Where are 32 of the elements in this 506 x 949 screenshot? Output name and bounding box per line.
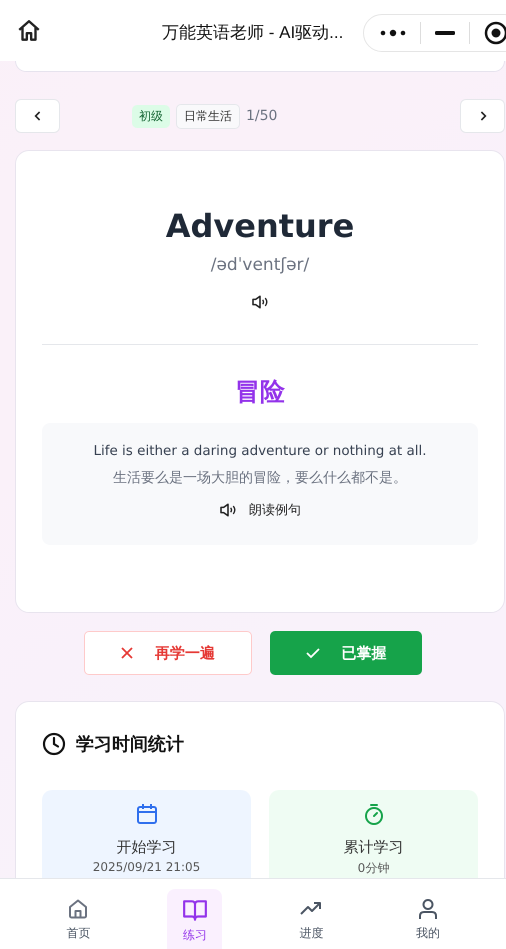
calendar-icon [134,802,158,826]
retry-button[interactable]: 再学一遍 [84,631,252,675]
read-example-button[interactable]: 朗读例句 [219,501,301,519]
word-counter: 1/50 [246,108,278,124]
stat-label: 累计学习 [344,838,404,857]
speaker-icon[interactable] [251,295,269,309]
stat-label: 开始学习 [116,838,176,857]
window-title: 万能英语老师 - AI驱动... [162,22,344,44]
tab-item[interactable]: 我的 [400,889,456,949]
close-icon[interactable] [484,21,506,45]
tab-item[interactable]: 进度 [284,889,339,949]
level-tag: 初级 [132,104,170,128]
chevron-right-icon [478,110,486,122]
chevron-left-icon [34,110,42,122]
tab-item[interactable]: 首页 [50,889,106,949]
phonetic-text: /ədˈventʃər/ [210,255,310,275]
stat-value: 2025/09/21 21:05 [92,860,200,874]
x-icon [121,647,133,659]
stats-title: 学习时间统计 [76,733,184,756]
example-sentence: Life is either a daring adventure or nothing at all. [93,443,427,459]
category-tag: 日常生活 [176,104,240,128]
home-icon[interactable] [16,18,42,44]
more-icon[interactable] [380,29,406,37]
check-icon [306,647,320,659]
meaning-text: 冒险 [235,376,285,408]
minimize-icon[interactable] [435,31,455,35]
example-translation: 生活要么是一场大胆的冒险，要么什么都不是。 [113,469,407,487]
tab-item[interactable]: 练习 [167,889,222,949]
speaker-icon [219,503,237,517]
word-title: Adventure [166,207,354,245]
clock-icon [42,732,66,756]
stat-value: 0分钟 [358,860,390,877]
